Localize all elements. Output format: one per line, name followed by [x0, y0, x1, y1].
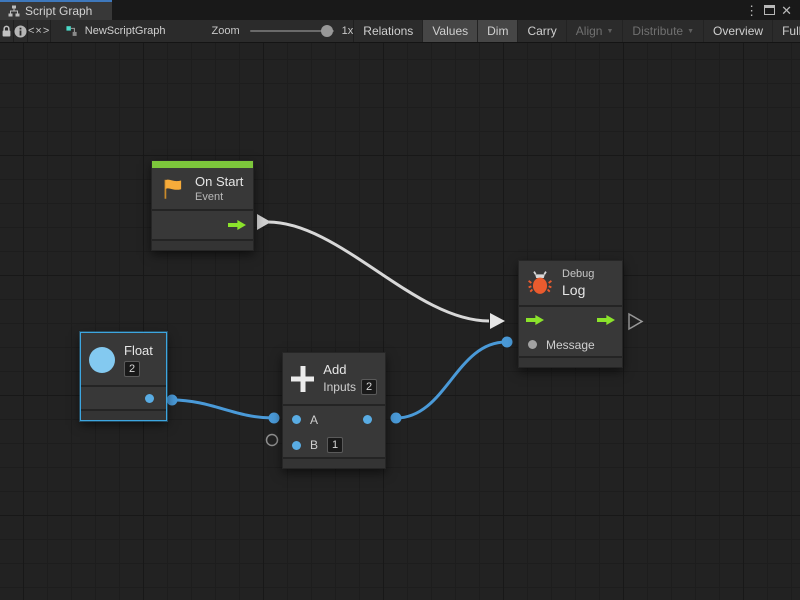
- value-output-port[interactable]: [363, 415, 372, 424]
- event-accent-bar: [152, 161, 253, 168]
- input-a-port[interactable]: [292, 415, 301, 424]
- fullscreen-button[interactable]: Full Screen: [773, 20, 800, 42]
- tab-title: Script Graph: [25, 4, 92, 18]
- toolbar-buttons: Relations Values Dim Carry Align ▼ Distr…: [354, 20, 800, 42]
- node-float[interactable]: Float 2: [80, 332, 167, 421]
- node-header: On Start Event: [152, 168, 253, 209]
- flag-icon: [160, 176, 186, 202]
- port-label: B: [310, 438, 318, 452]
- info-icon: [14, 25, 27, 38]
- float-value-field[interactable]: 2: [124, 361, 140, 377]
- zoom-label: Zoom: [211, 25, 239, 37]
- graph-breadcrumb: NewScriptGraph Zoom 1x: [51, 20, 354, 42]
- carry-button[interactable]: Carry: [518, 20, 566, 42]
- unconnected-flow-triangle[interactable]: [629, 314, 642, 329]
- node-title: Float: [124, 343, 153, 358]
- message-input-port[interactable]: [528, 340, 537, 349]
- port-label: Message: [546, 338, 595, 352]
- input-b-value-field[interactable]: 1: [327, 437, 343, 453]
- control-output-port[interactable]: [228, 219, 246, 231]
- graph-toolbar: <×> NewScriptGraph Zoom 1x Relations Val…: [0, 20, 800, 43]
- value-wire-float-to-add[interactable]: [167, 395, 280, 424]
- inspect-button[interactable]: [14, 20, 28, 42]
- unconnected-port-circle[interactable]: [267, 435, 278, 446]
- connections-layer: [0, 43, 800, 600]
- node-add[interactable]: Add Inputs 2 A B 1: [282, 352, 386, 469]
- graph-canvas[interactable]: On Start Event Debug: [0, 43, 800, 600]
- node-footer: [519, 358, 622, 367]
- code-preview-button[interactable]: <×>: [28, 20, 51, 42]
- dim-button[interactable]: Dim: [478, 20, 518, 42]
- window-menu-icon[interactable]: ⋮: [745, 4, 758, 17]
- node-category: Debug: [562, 268, 594, 280]
- script-graph-window: Script Graph ⋮ ✕ <×>: [0, 0, 800, 600]
- control-output-port[interactable]: [597, 314, 615, 326]
- window-controls: ⋮ ✕: [745, 0, 800, 20]
- inputs-label: Inputs: [323, 380, 356, 394]
- node-footer: [81, 411, 166, 420]
- port-label: A: [310, 413, 318, 427]
- float-type-icon: [89, 347, 115, 373]
- node-on-start[interactable]: On Start Event: [151, 160, 254, 251]
- node-header: Float 2: [81, 333, 166, 385]
- lock-icon: [0, 24, 13, 38]
- node-footer: [283, 459, 385, 468]
- node-header: Debug Log: [519, 261, 622, 305]
- node-title: Log: [562, 282, 594, 298]
- chevron-down-icon: ▼: [687, 28, 694, 35]
- hierarchy-icon: [8, 5, 20, 17]
- graph-name[interactable]: NewScriptGraph: [85, 25, 166, 37]
- tab-script-graph[interactable]: Script Graph: [0, 0, 112, 20]
- node-header: Add Inputs 2: [283, 353, 385, 404]
- distribute-dropdown[interactable]: Distribute ▼: [623, 20, 704, 42]
- node-subtitle: Event: [195, 191, 243, 203]
- window-close-icon[interactable]: ✕: [781, 4, 792, 17]
- node-footer: [152, 241, 253, 250]
- align-dropdown[interactable]: Align ▼: [567, 20, 624, 42]
- control-wire-onstart-to-log[interactable]: [257, 214, 505, 329]
- chevron-down-icon: ▼: [606, 28, 613, 35]
- node-debug-log[interactable]: Debug Log Message: [518, 260, 623, 368]
- bug-icon: [527, 270, 553, 296]
- overview-button[interactable]: Overview: [704, 20, 773, 42]
- add-icon: [291, 366, 314, 392]
- value-output-port[interactable]: [145, 394, 154, 403]
- node-title: Add: [323, 362, 377, 377]
- values-button[interactable]: Values: [423, 20, 478, 42]
- relations-button[interactable]: Relations: [354, 20, 423, 42]
- input-b-port[interactable]: [292, 441, 301, 450]
- graph-asset-icon[interactable]: [66, 25, 78, 38]
- zoom-value: 1x: [342, 25, 354, 37]
- control-input-port[interactable]: [526, 314, 544, 326]
- zoom-slider[interactable]: [250, 30, 334, 32]
- code-preview-icon: <×>: [28, 25, 50, 37]
- tab-bar: Script Graph ⋮ ✕: [0, 0, 800, 20]
- window-maximize-icon[interactable]: [764, 5, 775, 15]
- inputs-count-field[interactable]: 2: [361, 379, 377, 395]
- zoom-slider-knob[interactable]: [321, 25, 333, 37]
- lock-button[interactable]: [0, 20, 14, 42]
- node-title: On Start: [195, 174, 243, 189]
- value-wire-add-to-log[interactable]: [391, 337, 513, 424]
